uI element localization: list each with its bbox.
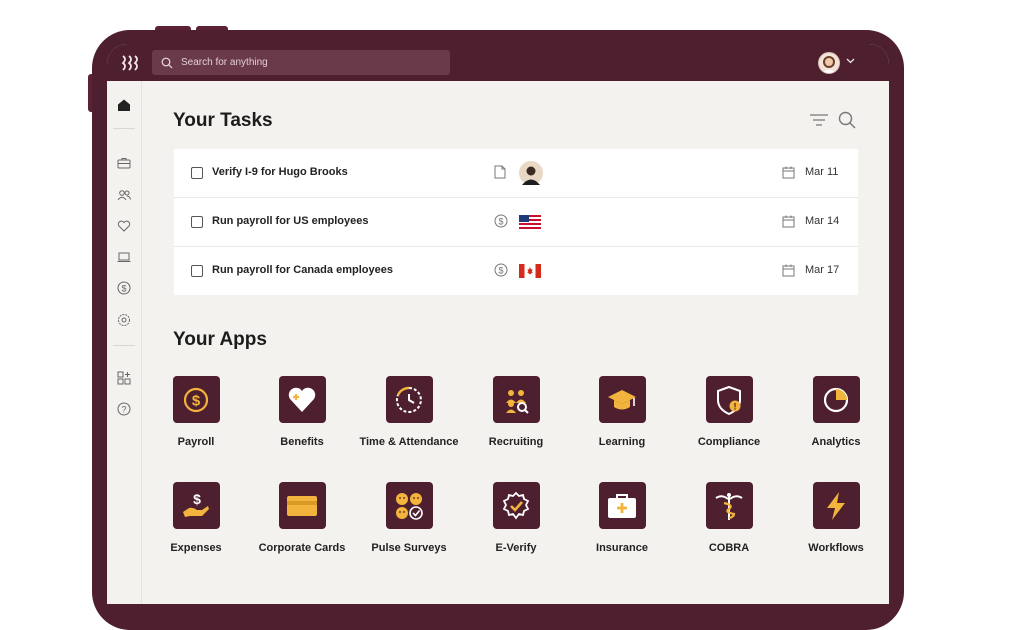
laptop-icon[interactable]	[115, 248, 133, 266]
app-label: Analytics	[811, 436, 861, 448]
task-checkbox[interactable]	[191, 167, 203, 179]
chevron-down-icon[interactable]	[846, 58, 855, 64]
dollar-circle-icon[interactable]: $	[115, 279, 133, 297]
task-row[interactable]: Run payroll for Canada employees $ Mar 1…	[174, 247, 858, 295]
app-benefits[interactable]: Benefits	[247, 376, 357, 448]
app-label: Compliance	[697, 436, 761, 448]
app-label: Pulse Surveys	[371, 542, 447, 554]
e-verify-icon	[492, 482, 540, 529]
task-label: Verify I-9 for Hugo Brooks	[212, 166, 348, 178]
app-screen: $ ? Your Tasks Verify I-9 for Hugo Brook…	[107, 44, 889, 604]
task-label: Run payroll for US employees	[212, 215, 369, 227]
apps-title: Your Apps	[173, 329, 267, 350]
app-grid-icon[interactable]	[115, 369, 133, 387]
app-label: Insurance	[596, 542, 648, 554]
search-icon[interactable]	[838, 111, 856, 129]
corporate-cards-icon	[278, 482, 326, 529]
dollar-icon: $	[494, 263, 508, 277]
app-analytics[interactable]: Analytics	[781, 376, 889, 448]
svg-text:$: $	[121, 284, 126, 294]
document-icon	[494, 165, 506, 179]
app-recruiting[interactable]: Recruiting	[461, 376, 571, 448]
app-label: E-Verify	[495, 542, 537, 554]
app-label: Learning	[598, 436, 646, 448]
task-label: Run payroll for Canada employees	[212, 264, 393, 276]
sidebar-divider	[113, 345, 135, 346]
filter-icon[interactable]	[809, 113, 829, 127]
app-insurance[interactable]: Insurance	[567, 482, 677, 554]
settings-gear-icon[interactable]	[115, 311, 133, 329]
user-avatar-image	[822, 56, 836, 73]
sidebar: $ ?	[107, 81, 142, 604]
app-pulse-surveys[interactable]: Pulse Surveys	[354, 482, 464, 554]
rippling-logo-icon	[121, 55, 138, 71]
workflows-icon	[812, 482, 860, 529]
svg-text:?: ?	[121, 405, 126, 415]
app-learning[interactable]: Learning	[567, 376, 677, 448]
people-icon[interactable]	[115, 186, 133, 204]
time-attendance-icon	[385, 376, 433, 423]
app-label: Payroll	[177, 436, 215, 448]
app-label: Corporate Cards	[258, 542, 346, 554]
svg-text:$: $	[498, 266, 503, 276]
app-expenses[interactable]: $ Expenses	[141, 482, 251, 554]
canada-flag-icon	[519, 264, 541, 278]
heart-icon[interactable]	[115, 217, 133, 235]
sidebar-divider	[113, 128, 135, 129]
employee-avatar	[519, 161, 543, 185]
task-due-date: Mar 17	[805, 264, 840, 276]
task-checkbox[interactable]	[191, 216, 203, 228]
search-icon	[161, 57, 173, 68]
app-payroll[interactable]: $ Payroll	[141, 376, 251, 448]
pulse-surveys-icon	[385, 482, 433, 529]
app-cobra[interactable]: COBRA	[674, 482, 784, 554]
briefcase-icon[interactable]	[115, 154, 133, 172]
calendar-icon	[782, 264, 795, 277]
help-icon[interactable]: ?	[115, 400, 133, 418]
app-e-verify[interactable]: E-Verify	[461, 482, 571, 554]
search-bar[interactable]	[152, 50, 450, 75]
app-label: Workflows	[808, 542, 864, 554]
task-checkbox[interactable]	[191, 265, 203, 277]
expenses-icon: $	[172, 482, 220, 529]
app-time-attendance[interactable]: Time & Attendance	[354, 376, 464, 448]
compliance-icon: !	[705, 376, 753, 423]
svg-text:!: !	[734, 401, 737, 411]
task-list: Verify I-9 for Hugo Brooks Mar 11 Run pa…	[174, 149, 858, 295]
app-corporate-cards[interactable]: Corporate Cards	[247, 482, 357, 554]
task-row[interactable]: Verify I-9 for Hugo Brooks Mar 11	[174, 149, 858, 198]
benefits-icon	[278, 376, 326, 423]
recruiting-icon	[492, 376, 540, 423]
us-flag-icon	[519, 215, 541, 229]
app-label: Benefits	[280, 436, 324, 448]
home-icon[interactable]	[115, 96, 133, 114]
top-bar	[107, 44, 889, 81]
cobra-icon	[705, 482, 753, 529]
learning-icon	[598, 376, 646, 423]
payroll-icon: $	[172, 376, 220, 423]
task-row[interactable]: Run payroll for US employees $ Mar 14	[174, 198, 858, 247]
app-workflows[interactable]: Workflows	[781, 482, 889, 554]
analytics-icon	[812, 376, 860, 423]
calendar-icon	[782, 215, 795, 228]
svg-text:$: $	[498, 217, 503, 227]
tasks-title: Your Tasks	[173, 110, 273, 131]
calendar-icon	[782, 166, 795, 179]
svg-text:$: $	[193, 491, 201, 507]
task-due-date: Mar 14	[805, 215, 840, 227]
app-label: COBRA	[708, 542, 750, 554]
dollar-icon: $	[494, 214, 508, 228]
main-content: Your Tasks Verify I-9 for Hugo Brooks Ma…	[141, 81, 889, 604]
app-label: Expenses	[170, 542, 222, 554]
task-due-date: Mar 11	[805, 166, 839, 178]
insurance-icon	[598, 482, 646, 529]
app-compliance[interactable]: ! Compliance	[674, 376, 784, 448]
app-label: Time & Attendance	[359, 436, 459, 448]
svg-text:$: $	[192, 392, 201, 409]
search-input[interactable]	[179, 56, 433, 69]
app-label: Recruiting	[488, 436, 544, 448]
user-avatar[interactable]	[818, 52, 840, 74]
